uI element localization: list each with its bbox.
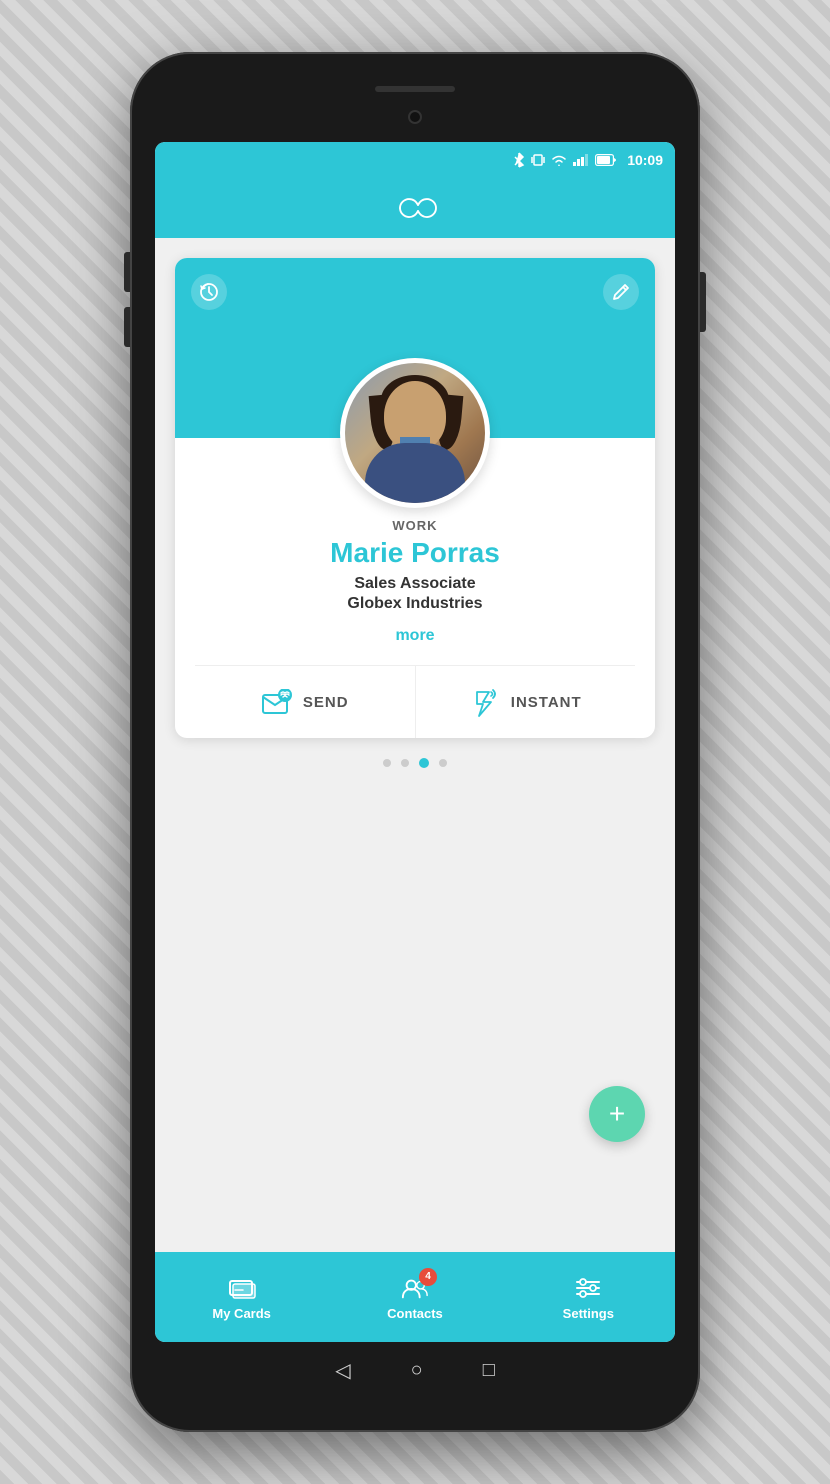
send-icon <box>261 689 293 715</box>
phone-device: 10:09 <box>130 52 700 1432</box>
send-button[interactable]: SEND <box>195 666 416 738</box>
signal-icon <box>573 154 589 166</box>
card-company: Globex Industries <box>347 595 482 613</box>
card-job-title: Sales Associate <box>354 575 475 593</box>
page-dot-2[interactable] <box>401 759 409 767</box>
more-link[interactable]: more <box>395 627 434 645</box>
fab-icon: + <box>609 1098 625 1130</box>
send-label: SEND <box>303 694 349 711</box>
instant-icon <box>469 686 501 718</box>
vibrate-icon <box>531 153 545 167</box>
page-dot-1[interactable] <box>383 759 391 767</box>
nav-my-cards[interactable]: My Cards <box>155 1274 328 1321</box>
profile-card: WORK Marie Porras Sales Associate Globex… <box>175 258 655 738</box>
settings-label: Settings <box>563 1306 614 1321</box>
contacts-badge: 4 <box>419 1268 437 1286</box>
bottom-navigation: My Cards 4 Contacts <box>155 1252 675 1342</box>
recent-apps-button[interactable]: □ <box>483 1359 495 1382</box>
card-header <box>175 258 655 438</box>
nav-contacts[interactable]: 4 Contacts <box>328 1274 501 1321</box>
person-body <box>365 443 465 503</box>
phone-top-area <box>130 52 700 132</box>
instant-label: INSTANT <box>511 694 582 711</box>
front-camera <box>408 110 422 124</box>
wifi-icon <box>551 154 567 166</box>
avatar-image <box>345 363 485 503</box>
app-logo <box>385 193 445 223</box>
power-button[interactable] <box>700 272 706 332</box>
card-actions: SEND INSTANT <box>195 665 635 738</box>
main-content: WORK Marie Porras Sales Associate Globex… <box>155 238 675 1252</box>
page-indicators <box>383 758 447 768</box>
nav-settings[interactable]: Settings <box>502 1274 675 1321</box>
settings-icon <box>574 1274 602 1302</box>
contacts-label: Contacts <box>387 1306 443 1321</box>
phone-bottom-area: ◁ ○ □ <box>130 1358 700 1383</box>
status-bar: 10:09 <box>155 142 675 178</box>
android-navigation: ◁ ○ □ <box>335 1358 495 1383</box>
profile-avatar <box>340 358 490 508</box>
avatar-ring <box>340 358 490 508</box>
volume-down-button[interactable] <box>124 307 130 347</box>
phone-screen: 10:09 <box>155 142 675 1342</box>
contacts-icon: 4 <box>401 1274 429 1302</box>
status-icons: 10:09 <box>513 152 663 168</box>
instant-button[interactable]: INSTANT <box>416 666 636 738</box>
my-cards-label: My Cards <box>212 1306 271 1321</box>
page-dot-4[interactable] <box>439 759 447 767</box>
my-cards-icon <box>228 1274 256 1302</box>
card-name: Marie Porras <box>330 537 500 569</box>
home-button[interactable]: ○ <box>411 1359 423 1382</box>
app-header <box>155 178 675 238</box>
back-button[interactable]: ◁ <box>335 1358 350 1383</box>
bluetooth-icon <box>513 152 525 168</box>
time-display: 10:09 <box>627 152 663 168</box>
edit-button[interactable] <box>603 274 639 310</box>
speaker <box>375 86 455 92</box>
page-dot-3[interactable] <box>419 758 429 768</box>
card-type-label: WORK <box>392 518 437 533</box>
battery-icon <box>595 154 617 166</box>
history-button[interactable] <box>191 274 227 310</box>
add-fab-button[interactable]: + <box>589 1086 645 1142</box>
volume-up-button[interactable] <box>124 252 130 292</box>
